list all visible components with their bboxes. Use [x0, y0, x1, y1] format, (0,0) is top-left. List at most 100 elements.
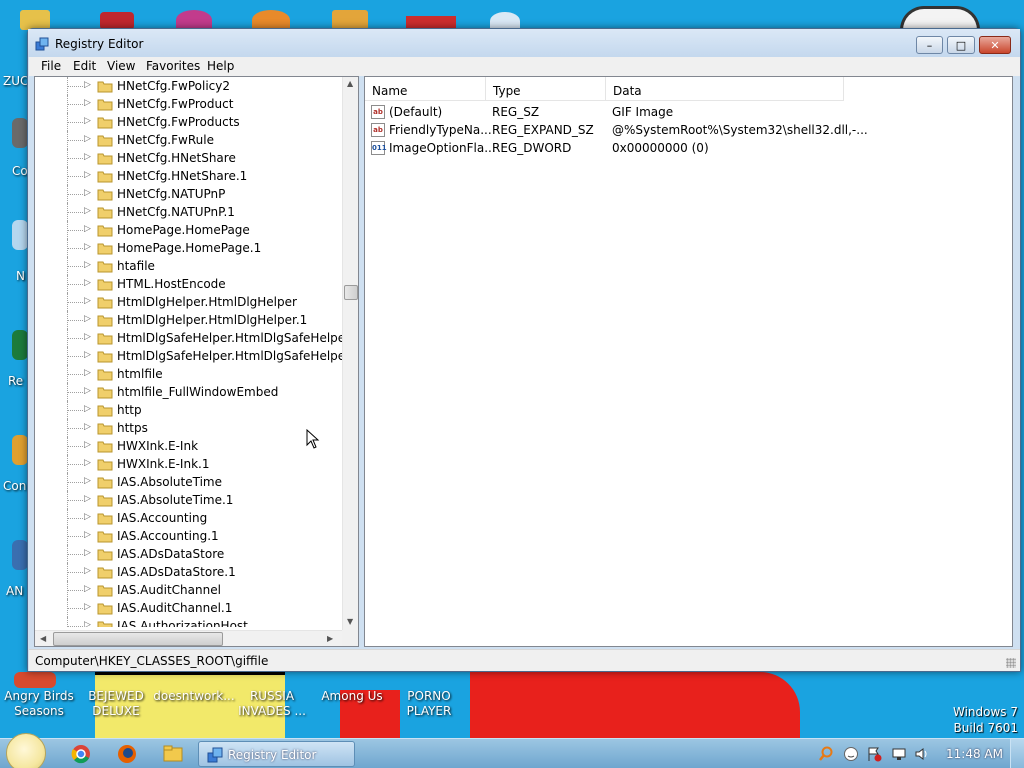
tree-item[interactable]: ▷ HtmlDlgHelper.HtmlDlgHelper: [35, 293, 345, 311]
expand-arrow-icon[interactable]: ▷: [84, 584, 91, 594]
tree-item[interactable]: ▷ http: [35, 401, 345, 419]
tree-item[interactable]: ▷ HomePage.HomePage: [35, 221, 345, 239]
expand-arrow-icon[interactable]: ▷: [84, 152, 91, 162]
title-bar[interactable]: Registry Editor – □ ✕: [28, 29, 1020, 57]
tree-item[interactable]: ▷ HTML.HostEncode: [35, 275, 345, 293]
expand-arrow-icon[interactable]: ▷: [84, 260, 91, 270]
expand-arrow-icon[interactable]: ▷: [84, 350, 91, 360]
menu-edit[interactable]: Edit: [73, 59, 96, 73]
value-row[interactable]: 011 ImageOptionFla... REG_DWORD 0x000000…: [365, 139, 1005, 157]
tree-item[interactable]: ▷ htmlfile_FullWindowEmbed: [35, 383, 345, 401]
tree-item[interactable]: ▷ htmlfile: [35, 365, 345, 383]
desktop-icon-label[interactable]: BEJEWED DELUXE: [80, 689, 152, 719]
menu-view[interactable]: View: [107, 59, 135, 73]
tree-vertical-scrollbar[interactable]: ▲ ▼: [342, 77, 358, 630]
desktop-icon-label[interactable]: Angry Birds Seasons: [2, 689, 76, 719]
scroll-thumb[interactable]: [344, 285, 358, 300]
expand-arrow-icon[interactable]: ▷: [84, 98, 91, 108]
scroll-left-icon[interactable]: ◀: [40, 634, 46, 643]
scroll-down-icon[interactable]: ▼: [347, 617, 353, 626]
desktop-icon-partial[interactable]: [12, 435, 28, 465]
tree-item[interactable]: ▷ IAS.ADsDataStore: [35, 545, 345, 563]
column-header-name[interactable]: Name: [365, 77, 486, 101]
tree-item[interactable]: ▷ IAS.AbsoluteTime.1: [35, 491, 345, 509]
desktop-edge-label[interactable]: AN: [6, 584, 23, 598]
desktop-icon-label[interactable]: Among Us: [316, 689, 388, 704]
tree-item[interactable]: ▷ HNetCfg.FwProduct: [35, 95, 345, 113]
menu-help[interactable]: Help: [207, 59, 234, 73]
desktop-icon-partial[interactable]: [12, 220, 28, 250]
firefox-icon[interactable]: [114, 742, 140, 766]
expand-arrow-icon[interactable]: ▷: [84, 620, 91, 627]
tree-horizontal-scrollbar[interactable]: ◀ ▶: [35, 630, 342, 646]
desktop-edge-label[interactable]: N: [16, 269, 25, 283]
angry-birds-icon[interactable]: [14, 672, 56, 688]
expand-arrow-icon[interactable]: ▷: [84, 314, 91, 324]
expand-arrow-icon[interactable]: ▷: [84, 386, 91, 396]
tree-item[interactable]: ▷ HWXInk.E-Ink: [35, 437, 345, 455]
chrome-icon[interactable]: [68, 742, 94, 766]
tree-item[interactable]: ▷ IAS.AuditChannel: [35, 581, 345, 599]
expand-arrow-icon[interactable]: ▷: [84, 566, 91, 576]
desktop-icon-partial[interactable]: [12, 118, 28, 148]
expand-arrow-icon[interactable]: ▷: [84, 368, 91, 378]
expand-arrow-icon[interactable]: ▷: [84, 188, 91, 198]
tree-item[interactable]: ▷ IAS.Accounting: [35, 509, 345, 527]
smiley-icon[interactable]: [843, 746, 859, 762]
expand-arrow-icon[interactable]: ▷: [84, 548, 91, 558]
desktop-icon-label[interactable]: PORNO PLAYER: [394, 689, 464, 719]
key-tree-pane[interactable]: ▷ HNetCfg.FwPolicy2 ▷ HNetCfg.FwProduct ▷ HNe…: [34, 76, 359, 647]
expand-arrow-icon[interactable]: ▷: [84, 80, 91, 90]
tree-item[interactable]: ▷ HNetCfg.HNetShare: [35, 149, 345, 167]
scroll-right-icon[interactable]: ▶: [327, 634, 333, 643]
tree-item[interactable]: ▷ IAS.AbsoluteTime: [35, 473, 345, 491]
tree-item[interactable]: ▷ HNetCfg.FwRule: [35, 131, 345, 149]
tree-item[interactable]: ▷ IAS.Accounting.1: [35, 527, 345, 545]
show-desktop-button[interactable]: [1010, 739, 1024, 768]
expand-arrow-icon[interactable]: ▷: [84, 440, 91, 450]
start-button[interactable]: [6, 733, 46, 768]
resize-grip-icon[interactable]: [1006, 658, 1016, 668]
tree-item[interactable]: ▷ HNetCfg.FwProducts: [35, 113, 345, 131]
expand-arrow-icon[interactable]: ▷: [84, 116, 91, 126]
maximize-button[interactable]: □: [947, 36, 975, 54]
expand-arrow-icon[interactable]: ▷: [84, 296, 91, 306]
scroll-thumb[interactable]: [53, 632, 223, 646]
minimize-button[interactable]: –: [916, 36, 943, 54]
expand-arrow-icon[interactable]: ▷: [84, 224, 91, 234]
expand-arrow-icon[interactable]: ▷: [84, 134, 91, 144]
value-row[interactable]: ab FriendlyTypeNa... REG_EXPAND_SZ @%Sys…: [365, 121, 1005, 139]
tree-item[interactable]: ▷ HNetCfg.HNetShare.1: [35, 167, 345, 185]
expand-arrow-icon[interactable]: ▷: [84, 332, 91, 342]
tree-item[interactable]: ▷ HtmlDlgHelper.HtmlDlgHelper.1: [35, 311, 345, 329]
expand-arrow-icon[interactable]: ▷: [84, 170, 91, 180]
taskbar-registry-editor[interactable]: Registry Editor: [198, 741, 355, 767]
expand-arrow-icon[interactable]: ▷: [84, 512, 91, 522]
volume-icon[interactable]: [914, 746, 930, 762]
tree-item[interactable]: ▷ IAS.AuditChannel.1: [35, 599, 345, 617]
column-header-type[interactable]: Type: [486, 77, 606, 101]
tree-item[interactable]: ▷ HomePage.HomePage.1: [35, 239, 345, 257]
tree-item[interactable]: ▷ htafile: [35, 257, 345, 275]
desktop-edge-label[interactable]: Con: [3, 479, 26, 493]
clock[interactable]: 11:48 AM: [946, 747, 1003, 761]
expand-arrow-icon[interactable]: ▷: [84, 422, 91, 432]
tree-item[interactable]: ▷ IAS.ADsDataStore.1: [35, 563, 345, 581]
tree-item[interactable]: ▷ HtmlDlgSafeHelper.HtmlDlgSafeHelper.1: [35, 347, 358, 365]
values-pane[interactable]: Name Type Data ab (Default) REG_SZ GIF I…: [364, 76, 1013, 647]
tree-item[interactable]: ▷ HNetCfg.NATUPnP.1: [35, 203, 345, 221]
expand-arrow-icon[interactable]: ▷: [84, 278, 91, 288]
desktop-icon-partial[interactable]: [12, 540, 28, 570]
expand-arrow-icon[interactable]: ▷: [84, 458, 91, 468]
value-row[interactable]: ab (Default) REG_SZ GIF Image: [365, 103, 1005, 121]
desktop-icon-partial[interactable]: [12, 330, 28, 360]
search-icon[interactable]: [818, 746, 834, 762]
desktop-edge-label[interactable]: Co: [12, 164, 28, 178]
expand-arrow-icon[interactable]: ▷: [84, 242, 91, 252]
file-explorer-icon[interactable]: [160, 742, 186, 766]
menu-favorites[interactable]: Favorites: [146, 59, 200, 73]
column-header-data[interactable]: Data: [606, 77, 844, 101]
action-center-flag-icon[interactable]: [866, 746, 882, 762]
tree-item[interactable]: ▷ HNetCfg.FwPolicy2: [35, 77, 345, 95]
expand-arrow-icon[interactable]: ▷: [84, 206, 91, 216]
